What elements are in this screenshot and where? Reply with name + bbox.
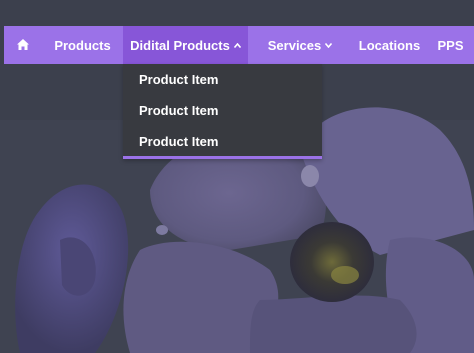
nav-pps-label: PPS	[437, 37, 464, 53]
dropdown-item-label: Product Item	[139, 72, 219, 87]
dropdown-item-product-1[interactable]: Product Item	[123, 64, 322, 95]
chevron-up-icon	[233, 42, 241, 48]
nav-locations-label: Locations	[358, 37, 421, 53]
nav-digital-products-label: Didital Products	[130, 37, 230, 53]
main-navbar: Products Didital Products Services Locat…	[4, 26, 474, 64]
home-icon	[17, 38, 29, 53]
nav-services-label: Services	[267, 37, 322, 53]
dropdown-item-label: Product Item	[139, 103, 219, 118]
dropdown-item-product-2[interactable]: Product Item	[123, 95, 322, 126]
nav-products-label: Products	[54, 37, 111, 53]
nav-products[interactable]: Products	[42, 26, 123, 64]
dropdown-item-product-3[interactable]: Product Item	[123, 126, 322, 157]
chevron-down-icon	[325, 42, 333, 48]
digital-products-dropdown: Product Item Product Item Product Item	[123, 64, 322, 159]
nav-services[interactable]: Services	[248, 26, 352, 64]
nav-home[interactable]	[4, 26, 42, 64]
nav-digital-products[interactable]: Didital Products	[123, 26, 248, 64]
nav-locations[interactable]: Locations	[352, 26, 427, 64]
dropdown-item-label: Product Item	[139, 134, 219, 149]
nav-pps[interactable]: PPS	[427, 26, 474, 64]
